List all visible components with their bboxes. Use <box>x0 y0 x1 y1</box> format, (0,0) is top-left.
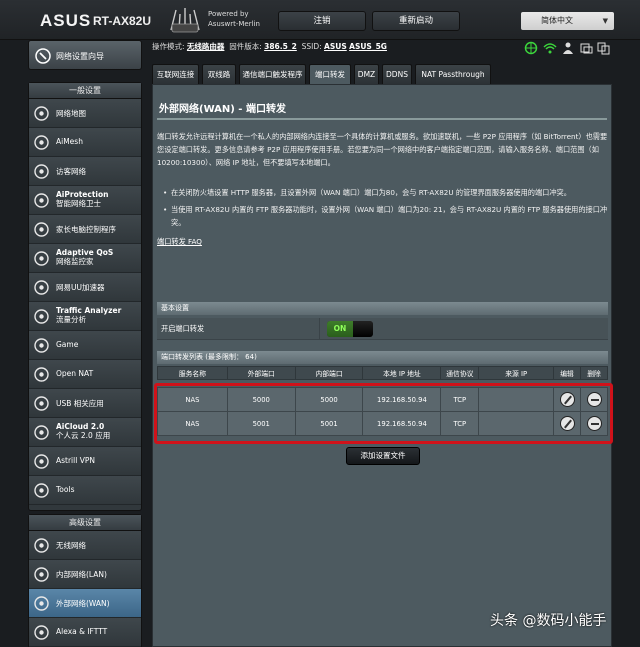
list-header: 端口转发列表 (最多限制： 64) <box>157 351 608 364</box>
note-ftp: 当使用 RT-AX82U 内置的 FTP 服务器功能时，设置外网（WAN 端口）… <box>163 203 609 229</box>
sidebar-item-aimesh[interactable]: AiMesh <box>29 128 141 157</box>
tab-port-trigger[interactable]: 通信端口触发程序 <box>239 64 306 84</box>
notes-list: 在关闭防火墙设置 HTTP 服务器，且设置外网（WAN 端口）端口为80，会与 … <box>163 186 609 233</box>
reboot-button[interactable]: 重新启动 <box>372 11 460 31</box>
open-nat-icon <box>34 367 49 382</box>
traffic-analyzer-icon <box>34 309 49 324</box>
parental-control-icon <box>34 222 49 237</box>
sidebar-item-shield[interactable]: AiProtection 智能网络卫士 <box>29 186 141 215</box>
port-forward-toggle[interactable]: ON <box>327 321 373 337</box>
sidebar-item-network-map[interactable]: 网络地图 <box>29 99 141 128</box>
enable-label: 开启端口转发 <box>161 324 205 333</box>
tab-dmz[interactable]: DMZ <box>354 64 379 84</box>
sidebar-item-tools[interactable]: Tools <box>29 476 141 505</box>
tab-port-forwarding[interactable]: 端口转发 <box>309 64 351 84</box>
chevron-down-icon: ▼ <box>602 17 608 25</box>
wireless-icon <box>34 538 49 553</box>
sidebar-item-traffic-analyzer[interactable]: Traffic Analyzer 流量分析 <box>29 302 141 331</box>
usb-status-icon[interactable] <box>580 43 593 54</box>
ssid-5g[interactable]: ASUS_5G <box>349 42 387 51</box>
sidebar-item-usb[interactable]: USB 相关应用 <box>29 389 141 418</box>
firmware-link[interactable]: 386.5_2 <box>264 42 297 51</box>
page-description: 端口转发允许远程计算机在一个私人的内部网络内连接至一个具体的计算机或服务。欲加速… <box>157 132 608 167</box>
guest-network-icon <box>34 164 49 179</box>
ssid-24g[interactable]: ASUS <box>324 42 347 51</box>
internet-globe-icon[interactable] <box>524 41 538 55</box>
uu-accelerator-icon <box>34 280 49 295</box>
wifi-icon[interactable] <box>543 43 557 54</box>
advanced-title: 高级设置 <box>29 515 141 531</box>
tools-icon <box>34 483 49 498</box>
shield-icon <box>34 193 49 208</box>
sidebar-item-astrill-vpn[interactable]: Astrill VPN <box>29 447 141 476</box>
astrill-vpn-icon <box>34 454 49 469</box>
basic-settings-header: 基本设置 <box>157 302 608 315</box>
main-area: 操作模式: 无线路由器 固件版本: 386.5_2 SSID: ASUS ASU… <box>152 40 616 647</box>
sidebar-item-gamepad[interactable]: Game <box>29 331 141 360</box>
qis-button[interactable]: 网络设置向导 <box>28 40 142 70</box>
sidebar-item-guest-network[interactable]: 访客网络 <box>29 157 141 186</box>
sidebar-item-lan[interactable]: 内部网络(LAN) <box>29 560 141 589</box>
asus-logo: ASUS <box>40 11 92 30</box>
note-http: 在关闭防火墙设置 HTTP 服务器，且设置外网（WAN 端口）端口为80，会与 … <box>163 186 609 199</box>
red-highlight-box <box>154 383 613 444</box>
gamepad-icon <box>34 338 49 353</box>
tab-nat-passthrough[interactable]: NAT Passthrough <box>415 64 491 84</box>
guest-user-icon[interactable] <box>563 42 573 55</box>
sidebar-item-wireless[interactable]: 无线网络 <box>29 531 141 560</box>
cloud-icon <box>34 425 49 440</box>
top-bar: ASUS RT-AX82U Powered by Asuswrt-Merlin … <box>0 0 640 40</box>
sidebar-item-alexa[interactable]: Alexa & IFTTT <box>29 618 141 647</box>
language-select[interactable]: 简体中文 ▼ <box>521 12 614 30</box>
add-profile-button[interactable]: 添加设置文件 <box>346 447 420 465</box>
status-bar: 操作模式: 无线路由器 固件版本: 386.5_2 SSID: ASUS ASU… <box>152 40 616 59</box>
general-panel: 一般设置 网络地图 AiMesh 访客网络 AiProtection 智能网络卫士 家长电… <box>28 82 142 511</box>
lan-icon <box>34 567 49 582</box>
sidebar-item-qos[interactable]: Adaptive QoS 网络监控家 <box>29 244 141 273</box>
qos-icon <box>34 251 49 266</box>
general-title: 一般设置 <box>29 83 141 99</box>
sidebar-item-wan-globe[interactable]: 外部网络(WAN) <box>29 589 141 618</box>
alexa-icon <box>34 625 49 640</box>
tab-internet[interactable]: 互联网连接 <box>152 64 199 84</box>
table-header-row: 服务名称 外部端口 内部端口 本地 IP 地址 通信协议 来源 IP 编辑 删除 <box>157 366 608 380</box>
divider <box>157 118 607 120</box>
page-title: 外部网络(WAN) - 端口转发 <box>159 104 286 115</box>
sidebar-item-parental-control[interactable]: 家长电脑控制程序 <box>29 215 141 244</box>
wan-globe-icon <box>34 596 49 611</box>
advanced-panel: 高级设置 无线网络 内部网络(LAN) 外部网络(WAN) Alexa & IFTTT <box>28 514 142 647</box>
tab-dual-wan[interactable]: 双线路 <box>202 64 236 84</box>
watermark: 头条 @数码小能手 <box>490 613 607 629</box>
logout-button[interactable]: 注销 <box>278 11 366 31</box>
usb-icon <box>34 396 49 411</box>
sidebar: 网络设置向导 一般设置 网络地图 AiMesh 访客网络 AiProtection 智能… <box>28 40 143 647</box>
sidebar-item-uu-accelerator[interactable]: 网易UU加速器 <box>29 273 141 302</box>
model-name: RT-AX82U <box>93 14 152 28</box>
network-map-icon <box>34 106 49 121</box>
wizard-icon <box>35 48 51 64</box>
aimesh-icon <box>34 135 49 150</box>
enable-port-forward-row: 开启端口转发 ON <box>157 318 608 340</box>
copy-icon[interactable] <box>597 42 610 55</box>
router-icon <box>170 8 200 33</box>
faq-link[interactable]: 端口转发 FAQ <box>157 237 202 247</box>
powered-by: Powered by Asuswrt-Merlin <box>208 10 260 28</box>
sidebar-item-cloud[interactable]: AiCloud 2.0 个人云 2.0 应用 <box>29 418 141 447</box>
tab-ddns[interactable]: DDNS <box>382 64 412 84</box>
content-panel: 外部网络(WAN) - 端口转发 端口转发允许远程计算机在一个私人的内部网络内连… <box>152 84 613 647</box>
sidebar-item-open-nat[interactable]: Open NAT <box>29 360 141 389</box>
op-mode-link[interactable]: 无线路由器 <box>187 42 225 51</box>
